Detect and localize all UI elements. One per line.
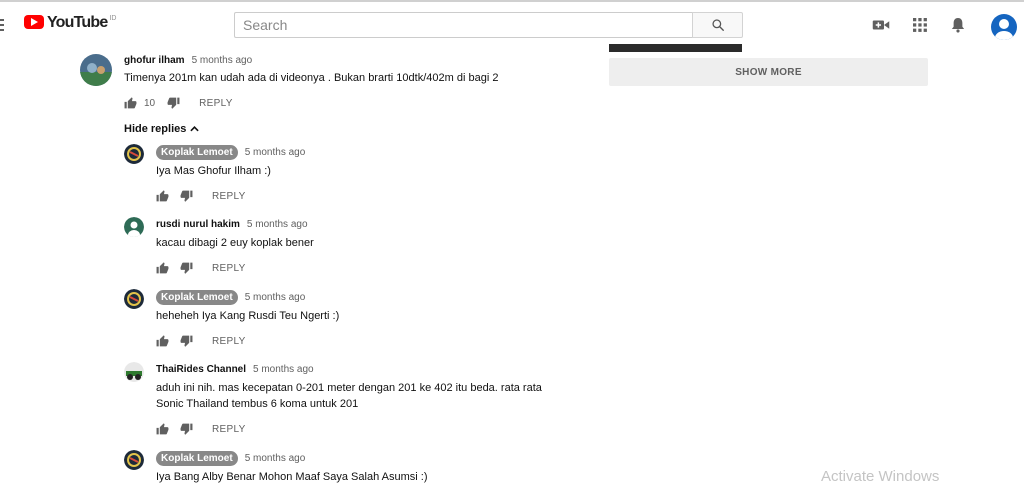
comment-author[interactable]: ghofur ilham [124, 55, 185, 66]
comment-time[interactable]: 5 months ago [245, 147, 306, 158]
avatar[interactable] [124, 450, 144, 470]
reply-button[interactable]: REPLY [212, 263, 246, 274]
thumb-up-icon[interactable] [156, 189, 170, 203]
comment-actions: REPLY [156, 334, 246, 348]
search-button[interactable] [692, 12, 743, 38]
comment-text: heheheh Iya Kang Rusdi Teu Ngerti :) [156, 310, 340, 322]
comment-time[interactable]: 5 months ago [247, 219, 308, 230]
hide-replies-label: Hide replies [124, 123, 187, 135]
thumb-down-icon[interactable] [180, 189, 194, 203]
comment-text: Iya Mas Ghofur Ilham :) [156, 165, 271, 177]
avatar[interactable] [124, 362, 144, 382]
comment-text-line-1: aduh ini nih. mas kecepatan 0-201 meter … [156, 382, 542, 394]
thumb-down-icon[interactable] [180, 334, 194, 348]
comment-author-badge[interactable]: Koplak Lemoet [156, 145, 238, 160]
show-more-button[interactable]: SHOW MORE [609, 58, 928, 86]
comment-time[interactable]: 5 months ago [245, 453, 306, 464]
thumb-down-icon[interactable] [180, 422, 194, 436]
menu-icon[interactable] [0, 19, 4, 34]
reply-button[interactable]: REPLY [199, 98, 233, 109]
logo-region: ID [109, 15, 117, 22]
youtube-logo[interactable]: YouTube ID [24, 14, 117, 31]
comment-author-badge[interactable]: Koplak Lemoet [156, 451, 238, 466]
apps-icon[interactable] [910, 15, 930, 35]
avatar[interactable] [124, 144, 144, 164]
comment-author-badge[interactable]: Koplak Lemoet [156, 290, 238, 305]
thumb-up-icon[interactable] [124, 96, 138, 110]
comment-header: Koplak Lemoet 5 months ago [156, 451, 305, 466]
comment-text-line-2: Sonic Thailand tembus 6 koma untuk 201 [156, 398, 359, 410]
comment-author[interactable]: ThaiRides Channel [156, 364, 246, 375]
thumb-up-icon[interactable] [156, 422, 170, 436]
comment-time[interactable]: 5 months ago [245, 292, 306, 303]
thumb-up-icon[interactable] [156, 261, 170, 275]
avatar[interactable] [124, 289, 144, 309]
comment-header: Koplak Lemoet 5 months ago [156, 290, 305, 305]
logo-text: YouTube [47, 14, 108, 31]
search-input[interactable] [235, 13, 692, 37]
reply-button[interactable]: REPLY [212, 336, 246, 347]
comment-header: Koplak Lemoet 5 months ago [156, 145, 305, 160]
comment-actions: REPLY [156, 261, 246, 275]
notifications-icon[interactable] [948, 15, 968, 35]
create-video-icon[interactable] [871, 15, 891, 35]
account-avatar[interactable] [991, 14, 1017, 40]
masthead: YouTube ID [0, 2, 1024, 48]
comment-header: ThaiRides Channel 5 months ago [156, 364, 314, 375]
comment-actions: 10 REPLY [124, 96, 233, 110]
comment-header: rusdi nurul hakim 5 months ago [156, 219, 308, 230]
comment-text: kacau dibagi 2 euy koplak bener [156, 237, 314, 249]
comment-time[interactable]: 5 months ago [192, 55, 253, 66]
comment-actions: REPLY [156, 189, 246, 203]
like-count: 10 [144, 97, 156, 109]
youtube-logo-icon [24, 15, 44, 29]
comment-text: Timenya 201m kan udah ada di videonya . … [124, 72, 499, 84]
comment-time[interactable]: 5 months ago [253, 364, 314, 375]
comment-text: Iya Bang Alby Benar Mohon Maaf Saya Sala… [156, 471, 428, 483]
chevron-up-icon [190, 126, 200, 132]
reply-button[interactable]: REPLY [212, 424, 246, 435]
comment-author[interactable]: rusdi nurul hakim [156, 219, 240, 230]
thumb-up-icon[interactable] [156, 334, 170, 348]
search-icon [711, 19, 724, 31]
avatar[interactable] [124, 217, 144, 237]
avatar[interactable] [80, 54, 112, 86]
reply-button[interactable]: REPLY [212, 191, 246, 202]
activate-windows-watermark: Activate Windows [821, 468, 940, 485]
hide-replies-button[interactable]: Hide replies [124, 123, 200, 135]
thumb-down-icon[interactable] [180, 261, 194, 275]
comment-actions: REPLY [156, 422, 246, 436]
thumb-down-icon[interactable] [167, 96, 181, 110]
comment-header: ghofur ilham 5 months ago [124, 55, 252, 66]
related-video-thumbnail[interactable] [609, 44, 742, 52]
search-box[interactable] [234, 12, 692, 38]
